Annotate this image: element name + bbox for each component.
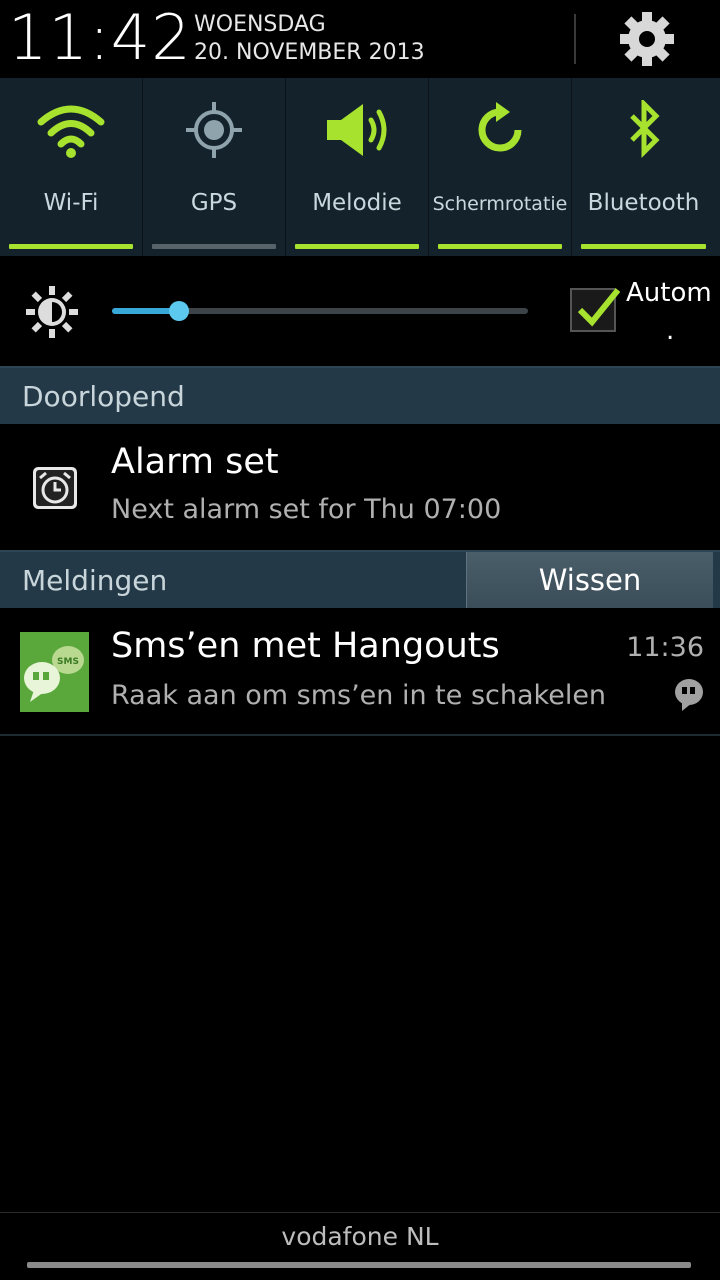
checkmark-icon <box>577 288 620 327</box>
brightness-slider-thumb[interactable] <box>168 301 189 321</box>
alarm-clock-icon <box>33 467 77 509</box>
divider <box>0 734 720 736</box>
date: 20. NOVEMBER 2013 <box>194 40 425 65</box>
ongoing-header: Doorlopend <box>0 366 720 424</box>
auto-brightness-label: Autom <box>626 278 712 308</box>
sound-icon <box>327 104 387 156</box>
toggle-state-bar <box>581 244 706 249</box>
brightness-icon <box>26 286 78 338</box>
toggle-label: Wi-Fi <box>43 190 99 216</box>
carrier-label: vodafone NL <box>281 1222 439 1251</box>
hangouts-bubbles-icon: SMS <box>24 646 84 702</box>
toggle-label: Melodie <box>312 190 402 216</box>
divider <box>0 1212 720 1213</box>
wifi-icon <box>37 105 105 158</box>
toggle-gps[interactable]: GPS <box>143 78 286 256</box>
notification-title: Sms’en met Hangouts <box>111 626 500 666</box>
brightness-row: Autom . <box>0 256 720 368</box>
hangouts-notification[interactable]: SMS Sms’en met Hangouts Raak aan om sms’… <box>0 608 720 734</box>
quick-settings-panel: Wi-Fi GPS Melodie Schermrotatie Bluetoot… <box>0 78 720 256</box>
toggle-rotation[interactable]: Schermrotatie <box>429 78 572 256</box>
rotation-icon <box>478 102 522 152</box>
toggle-state-bar <box>152 244 276 249</box>
toggle-label: Bluetooth <box>587 190 700 216</box>
ongoing-title: Doorlopend <box>22 380 185 413</box>
notification-title: Alarm set <box>111 442 279 482</box>
hangouts-small-icon <box>675 679 703 711</box>
auto-brightness-checkbox[interactable] <box>570 288 620 332</box>
divider <box>574 14 576 64</box>
notifications-header: Meldingen Wissen <box>0 550 720 608</box>
notification-text: Raak aan om sms’en in te schakelen <box>111 680 607 711</box>
toggle-state-bar <box>9 244 133 249</box>
bluetooth-icon <box>629 100 660 159</box>
toggle-sound[interactable]: Melodie <box>286 78 429 256</box>
toggle-label: GPS <box>190 190 238 216</box>
clear-button[interactable]: Wissen <box>466 552 713 608</box>
toggle-bluetooth[interactable]: Bluetooth <box>572 78 715 256</box>
weekday: WOENSDAG <box>194 12 326 37</box>
toggle-wifi[interactable]: Wi-Fi <box>0 78 143 256</box>
notification-text: Next alarm set for Thu 07:00 <box>111 494 502 525</box>
notification-time: 11:36 <box>626 632 704 663</box>
gear-icon[interactable] <box>618 10 676 68</box>
hangouts-sms-icon: SMS <box>20 632 89 712</box>
alarm-notification[interactable]: Alarm set Next alarm set for Thu 07:00 <box>0 424 720 550</box>
auto-brightness-label-overflow: . <box>666 316 675 346</box>
brightness-slider[interactable] <box>112 301 528 321</box>
clock: 11:42 <box>8 1 192 74</box>
notifications-title: Meldingen <box>22 564 168 597</box>
toggle-state-bar <box>295 244 419 249</box>
status-header: 11:42 WOENSDAG 20. NOVEMBER 2013 <box>0 0 720 78</box>
drag-handle[interactable] <box>27 1262 691 1268</box>
toggle-label: Schermrotatie <box>432 193 568 215</box>
toggle-state-bar <box>438 244 562 249</box>
gps-icon <box>186 102 242 158</box>
app-icon-text: SMS <box>57 657 79 667</box>
